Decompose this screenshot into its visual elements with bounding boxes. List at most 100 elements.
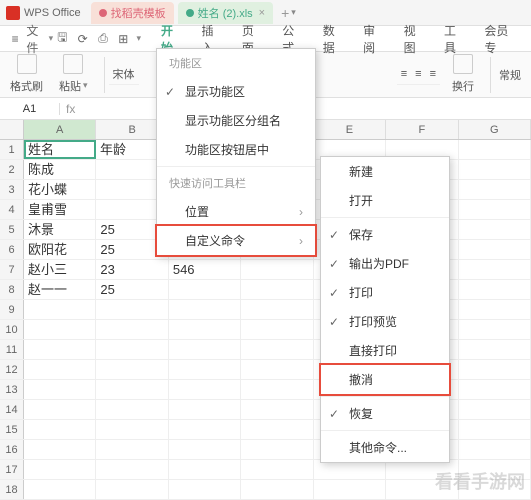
cell[interactable] xyxy=(459,200,531,219)
cell[interactable] xyxy=(24,460,96,479)
cell[interactable] xyxy=(169,300,241,319)
save-icon[interactable]: 🖫 xyxy=(53,29,71,49)
cell[interactable]: 25 xyxy=(96,280,168,299)
cell[interactable] xyxy=(459,260,531,279)
cell[interactable] xyxy=(241,280,313,299)
cell[interactable] xyxy=(24,360,96,379)
cell[interactable] xyxy=(459,300,531,319)
menu-item[interactable]: 自定义命令› xyxy=(155,224,317,257)
cell[interactable] xyxy=(96,480,168,499)
row-number[interactable]: 18 xyxy=(0,480,24,499)
row-number[interactable]: 3 xyxy=(0,180,24,199)
add-tab-button[interactable]: + xyxy=(281,5,289,21)
cell[interactable] xyxy=(24,380,96,399)
row-number[interactable]: 13 xyxy=(0,380,24,399)
cell[interactable] xyxy=(169,320,241,339)
cell[interactable] xyxy=(241,380,313,399)
cell[interactable] xyxy=(459,420,531,439)
cell[interactable] xyxy=(241,360,313,379)
menu-item[interactable]: 新建 xyxy=(321,157,449,186)
row-number[interactable]: 10 xyxy=(0,320,24,339)
preview-icon[interactable]: ⊞ xyxy=(114,29,132,49)
cell[interactable] xyxy=(459,380,531,399)
cell[interactable] xyxy=(241,420,313,439)
align-left-icon[interactable]: ≡ xyxy=(397,66,411,82)
cell[interactable] xyxy=(96,420,168,439)
cell[interactable] xyxy=(24,480,96,499)
cell[interactable] xyxy=(169,340,241,359)
menu-item[interactable]: ✓恢复 xyxy=(321,399,449,428)
tab-menu-chevron[interactable]: ▾ xyxy=(291,7,296,18)
cell[interactable] xyxy=(96,340,168,359)
row-number[interactable]: 8 xyxy=(0,280,24,299)
name-box[interactable]: A1 xyxy=(0,103,60,115)
cell[interactable] xyxy=(459,440,531,459)
row-number[interactable]: 6 xyxy=(0,240,24,259)
row-number[interactable]: 1 xyxy=(0,140,24,159)
cell[interactable] xyxy=(96,460,168,479)
row-number[interactable]: 7 xyxy=(0,260,24,279)
file-menu[interactable]: 文件 xyxy=(26,29,44,49)
cell[interactable] xyxy=(24,420,96,439)
font-select[interactable]: 宋体 xyxy=(109,64,139,84)
cell[interactable]: 姓名 xyxy=(24,140,96,159)
cell[interactable] xyxy=(169,380,241,399)
cell[interactable] xyxy=(24,400,96,419)
cell[interactable] xyxy=(459,160,531,179)
cell[interactable] xyxy=(169,400,241,419)
cell[interactable] xyxy=(459,280,531,299)
tab-tools[interactable]: 工具 xyxy=(434,22,474,56)
cell[interactable]: 欧阳花 xyxy=(24,240,96,259)
cell[interactable]: 皇甫雪 xyxy=(24,200,96,219)
cell[interactable] xyxy=(24,300,96,319)
cell[interactable] xyxy=(241,340,313,359)
cell[interactable]: 赵一一 xyxy=(24,280,96,299)
row-number[interactable]: 14 xyxy=(0,400,24,419)
cell[interactable]: 23 xyxy=(96,260,168,279)
cell[interactable] xyxy=(241,320,313,339)
cell[interactable] xyxy=(459,180,531,199)
row-number[interactable]: 12 xyxy=(0,360,24,379)
row-number[interactable]: 11 xyxy=(0,340,24,359)
menu-item[interactable]: 直接打印 xyxy=(321,336,449,365)
fx-icon[interactable]: fx xyxy=(66,102,75,116)
cell[interactable] xyxy=(24,440,96,459)
cell[interactable] xyxy=(169,440,241,459)
col-head-A[interactable]: A xyxy=(24,120,96,139)
cell[interactable]: 花小蝶 xyxy=(24,180,96,199)
menu-item[interactable]: 其他命令... xyxy=(321,433,449,462)
cell[interactable] xyxy=(24,320,96,339)
cell[interactable] xyxy=(459,140,531,159)
cell[interactable] xyxy=(169,480,241,499)
print-icon[interactable]: ⎙ xyxy=(94,29,112,49)
align-center-icon[interactable]: ≡ xyxy=(411,66,425,82)
menu-item[interactable]: ✓保存 xyxy=(321,220,449,249)
select-all-corner[interactable] xyxy=(0,120,24,139)
cell[interactable] xyxy=(169,280,241,299)
cell[interactable] xyxy=(169,420,241,439)
cell[interactable] xyxy=(241,440,313,459)
menu-item[interactable]: ✓输出为PDF xyxy=(321,249,449,278)
menu-icon[interactable]: ≡ xyxy=(6,29,24,49)
cell[interactable] xyxy=(241,460,313,479)
format-painter-group[interactable]: 格式刷 xyxy=(6,54,47,96)
cell[interactable] xyxy=(459,400,531,419)
cell[interactable] xyxy=(169,360,241,379)
cell[interactable] xyxy=(96,400,168,419)
menu-item[interactable]: 打开 xyxy=(321,186,449,215)
menu-item[interactable]: ✓打印 xyxy=(321,278,449,307)
cell[interactable] xyxy=(241,480,313,499)
cell[interactable]: 陈成 xyxy=(24,160,96,179)
menu-item[interactable]: 撤消 xyxy=(319,363,451,396)
tab-member[interactable]: 会员专 xyxy=(474,22,525,56)
cell[interactable] xyxy=(241,260,313,279)
cell[interactable] xyxy=(241,400,313,419)
cell[interactable] xyxy=(459,320,531,339)
cell[interactable] xyxy=(96,300,168,319)
cell[interactable] xyxy=(169,460,241,479)
col-head-G[interactable]: G xyxy=(459,120,531,139)
cell[interactable] xyxy=(241,300,313,319)
cell[interactable]: 赵小三 xyxy=(24,260,96,279)
cell[interactable] xyxy=(96,360,168,379)
row-number[interactable]: 5 xyxy=(0,220,24,239)
